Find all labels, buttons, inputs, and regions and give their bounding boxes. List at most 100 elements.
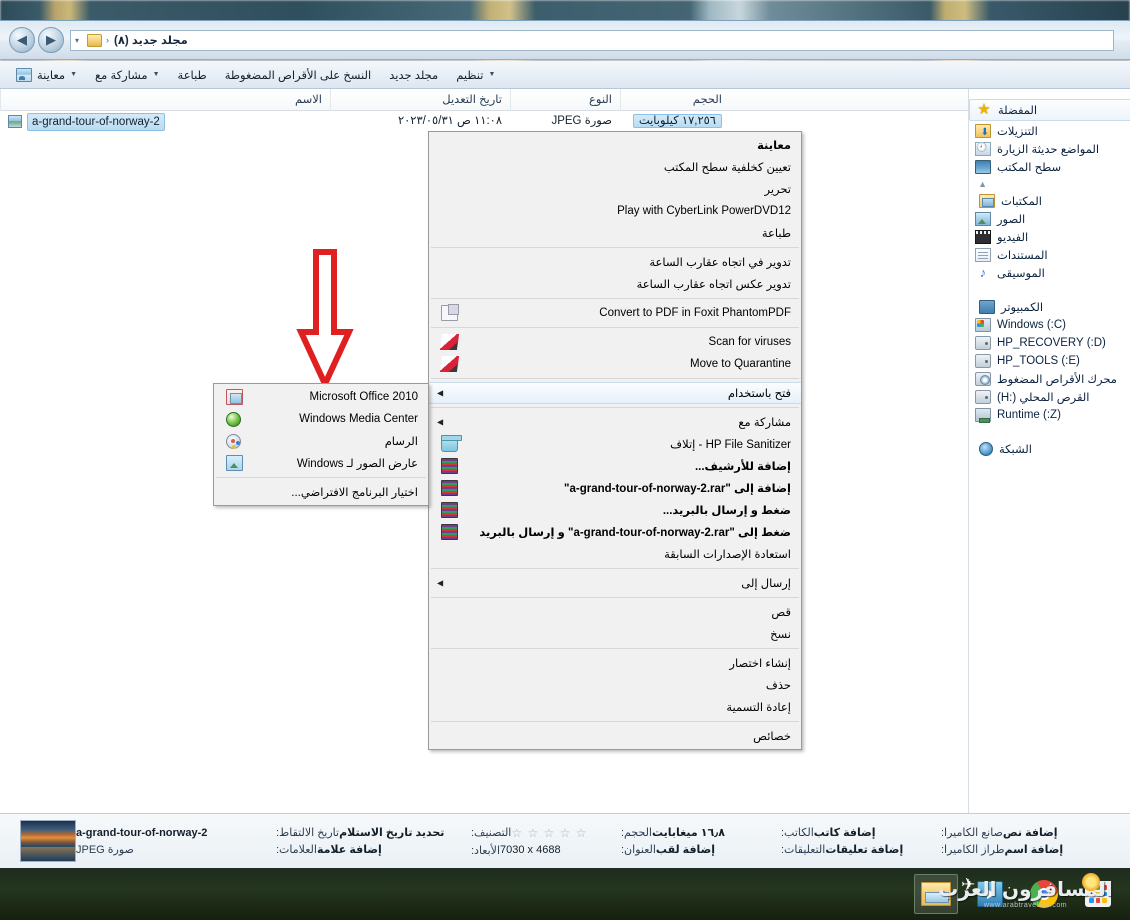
- sidebar-item-cd-drive[interactable]: محرك الأقراص المضغوط: [969, 370, 1130, 388]
- details-field-key: العنوان:: [621, 844, 656, 856]
- toolbar-share-with-button[interactable]: مشاركة مع ▼: [87, 65, 168, 85]
- navpane-group-computer[interactable]: الكمبيوتر: [969, 298, 1130, 316]
- sidebar-item-desktop[interactable]: سطح المكتب: [969, 158, 1130, 176]
- submenu-item-windows-photo-viewer[interactable]: عارض الصور لـ Windows: [214, 452, 428, 474]
- submenu-item-choose-default-program[interactable]: اختيار البرنامج الافتراضي...: [214, 481, 428, 503]
- menu-item-scan-for-viruses[interactable]: Scan for viruses: [429, 331, 801, 353]
- toolbar-organize-button[interactable]: تنظيم ▼: [448, 65, 503, 85]
- toolbar-new-folder-button[interactable]: مجلد جديد: [381, 65, 446, 85]
- preview-icon: [16, 67, 32, 82]
- paint-icon: [226, 433, 241, 449]
- details-field-value[interactable]: إضافة تعليقات: [825, 843, 903, 856]
- menu-item-move-to-quarantine[interactable]: Move to Quarantine: [429, 353, 801, 375]
- details-field-value[interactable]: تحديد تاريخ الاستلام: [339, 826, 444, 839]
- menu-item-rename[interactable]: إعادة التسمية: [429, 696, 801, 718]
- menu-item-hp-file-sanitizer[interactable]: HP File Sanitizer - إتلاف: [429, 433, 801, 455]
- menu-item-rotate-counterclockwise[interactable]: تدوير عكس اتجاه عقارب الساعة: [429, 273, 801, 295]
- menu-item-copy[interactable]: نسخ: [429, 623, 801, 645]
- menu-item-cut[interactable]: قص: [429, 601, 801, 623]
- chevron-left-icon[interactable]: ‹: [106, 35, 109, 45]
- menu-item-convert-to-pdf-foxit[interactable]: Convert to PDF in Foxit PhantomPDF: [429, 302, 801, 324]
- file-size-label: ١٧,٢٥٦ كيلوبايت: [632, 114, 722, 128]
- sidebar-item-music[interactable]: ♪ الموسيقى: [969, 264, 1130, 282]
- menu-item-open-with[interactable]: فتح باستخدام ◀: [429, 382, 801, 404]
- menu-item-restore-previous-versions[interactable]: استعادة الإصدارات السابقة: [429, 543, 801, 565]
- sidebar-item-documents[interactable]: المستندات: [969, 246, 1130, 264]
- menu-item-label: تعيين كخلفية سطح المكتب: [663, 162, 791, 174]
- menu-item-add-to-archive[interactable]: إضافة للأرشيف...: [429, 455, 801, 477]
- sidebar-item-drive-e[interactable]: HP_TOOLS (:E): [969, 352, 1130, 370]
- submenu-item-microsoft-office-2010[interactable]: Microsoft Office 2010: [214, 386, 428, 408]
- submenu-item-windows-media-center[interactable]: Windows Media Center: [214, 408, 428, 430]
- menu-item-send-to[interactable]: إرسال إلى ◀: [429, 572, 801, 594]
- menu-item-preview[interactable]: معاينة: [429, 134, 801, 156]
- menu-item-label: Move to Quarantine: [689, 358, 791, 370]
- toolbar-preview-button[interactable]: معاينة ▼: [8, 65, 85, 85]
- forward-arrow-icon: ▶: [46, 32, 56, 47]
- address-bar[interactable]: ▾ ‹ مجلد جديد (٨): [70, 29, 1114, 51]
- sidebar-item-recent-places[interactable]: المواضع حديثة الزيارة: [969, 140, 1130, 158]
- menu-item-share-with[interactable]: مشاركة مع ◀: [429, 411, 801, 433]
- submenu-item-label: اختيار البرنامج الافتراضي...: [291, 487, 418, 499]
- column-header-name[interactable]: الاسم: [0, 88, 330, 111]
- chevron-down-icon[interactable]: ▼: [153, 71, 160, 78]
- column-header-type[interactable]: النوع: [510, 88, 620, 111]
- sidebar-item-drive-h[interactable]: القرص المحلي (:H): [969, 388, 1130, 406]
- details-field-value[interactable]: إضافة اسم: [1004, 843, 1063, 856]
- submenu-item-paint[interactable]: الرسام: [214, 430, 428, 452]
- sidebar-item-drive-c[interactable]: Windows (:C): [969, 316, 1130, 334]
- site-watermark: ✈ المسافرون العرب www.arabtravelers.com: [933, 871, 1118, 917]
- sidebar-item-drive-z[interactable]: Runtime (:Z): [969, 406, 1130, 424]
- navigation-pane: ★ المفضلة التنزيلات المواضع حديثة الزيار…: [968, 89, 1130, 813]
- sort-indicator-icon: ▲: [978, 179, 987, 189]
- details-field-key: الكاتب:: [781, 827, 814, 839]
- navpane-spacer: [969, 176, 1130, 192]
- details-file-title: a-grand-tour-of-norway-2: [76, 826, 208, 839]
- details-field-value[interactable]: إضافة علامة: [317, 843, 382, 856]
- rating-stars[interactable]: ☆ ☆ ☆ ☆ ☆: [511, 826, 587, 840]
- menu-item-label: طباعة: [761, 228, 791, 240]
- sidebar-item-videos[interactable]: الفيديو: [969, 228, 1130, 246]
- menu-item-compress-and-email[interactable]: ضغط و إرسال بالبريد...: [429, 499, 801, 521]
- address-dropdown-icon[interactable]: ▾: [75, 36, 79, 45]
- back-arrow-icon: ◀: [17, 32, 27, 47]
- column-header-size[interactable]: الحجم: [620, 88, 730, 111]
- column-header-date[interactable]: تاريخ التعديل: [330, 88, 510, 111]
- toolbar-print-button[interactable]: طباعة: [170, 65, 215, 85]
- taskbar: ✈ المسافرون العرب www.arabtravelers.com: [0, 868, 1130, 920]
- navpane-group-libraries[interactable]: المكتبات: [969, 192, 1130, 210]
- details-field-value[interactable]: إضافة كاتب: [814, 826, 876, 839]
- chevron-down-icon[interactable]: ▼: [488, 71, 495, 78]
- menu-separator: [431, 407, 799, 408]
- menu-item-print[interactable]: طباعة: [429, 222, 801, 244]
- forward-button[interactable]: ▶: [38, 27, 64, 53]
- details-column-title: a-grand-tour-of-norway-2 صورة JPEG: [76, 827, 276, 856]
- menu-item-play-with-powerdvd[interactable]: Play with CyberLink PowerDVD12: [429, 200, 801, 222]
- details-field-value[interactable]: إضافة نص: [1003, 826, 1058, 839]
- menu-item-create-shortcut[interactable]: إنشاء اختصار: [429, 652, 801, 674]
- toolbar-burn-button[interactable]: النسخ على الأقراص المضغوطة: [217, 65, 380, 85]
- sidebar-item-drive-d[interactable]: HP_RECOVERY (:D): [969, 334, 1130, 352]
- sidebar-item-network[interactable]: الشبكة: [969, 440, 1130, 458]
- details-field-value[interactable]: إضافة لقب: [656, 843, 715, 856]
- menu-item-properties[interactable]: خصائص: [429, 725, 801, 747]
- file-name-cell[interactable]: a-grand-tour-of-norway-2: [0, 111, 330, 132]
- menu-item-delete[interactable]: حذف: [429, 674, 801, 696]
- hard-drive-icon: [975, 336, 991, 350]
- sidebar-item-pictures[interactable]: الصور: [969, 210, 1130, 228]
- navpane-group-favorites[interactable]: ★ المفضلة: [969, 99, 1130, 121]
- menu-item-compress-named-and-email[interactable]: ضغط إلى "a-grand-tour-of-norway-2.rar" و…: [429, 521, 801, 543]
- chevron-down-icon[interactable]: ▼: [70, 71, 77, 78]
- menu-separator: [431, 327, 799, 328]
- menu-item-add-to-named-rar[interactable]: إضافة إلى "a-grand-tour-of-norway-2.rar": [429, 477, 801, 499]
- details-column-author: الكاتب: إضافة كاتب التعليقات: إضافة تعلي…: [781, 826, 941, 856]
- sidebar-item-downloads[interactable]: التنزيلات: [969, 122, 1130, 140]
- downloads-icon: [975, 124, 991, 138]
- submenu-item-label: عارض الصور لـ Windows: [296, 458, 418, 470]
- menu-item-set-as-desktop-background[interactable]: تعيين كخلفية سطح المكتب: [429, 156, 801, 178]
- back-button[interactable]: ◀: [9, 27, 35, 53]
- menu-item-edit[interactable]: تحرير: [429, 178, 801, 200]
- details-field-key: طراز الكاميرا:: [941, 844, 1005, 856]
- table-row[interactable]: a-grand-tour-of-norway-2 ١١:٠٨ ص ٣١/‏٠٥/…: [0, 111, 968, 132]
- menu-item-rotate-clockwise[interactable]: تدوير في اتجاه عقارب الساعة: [429, 251, 801, 273]
